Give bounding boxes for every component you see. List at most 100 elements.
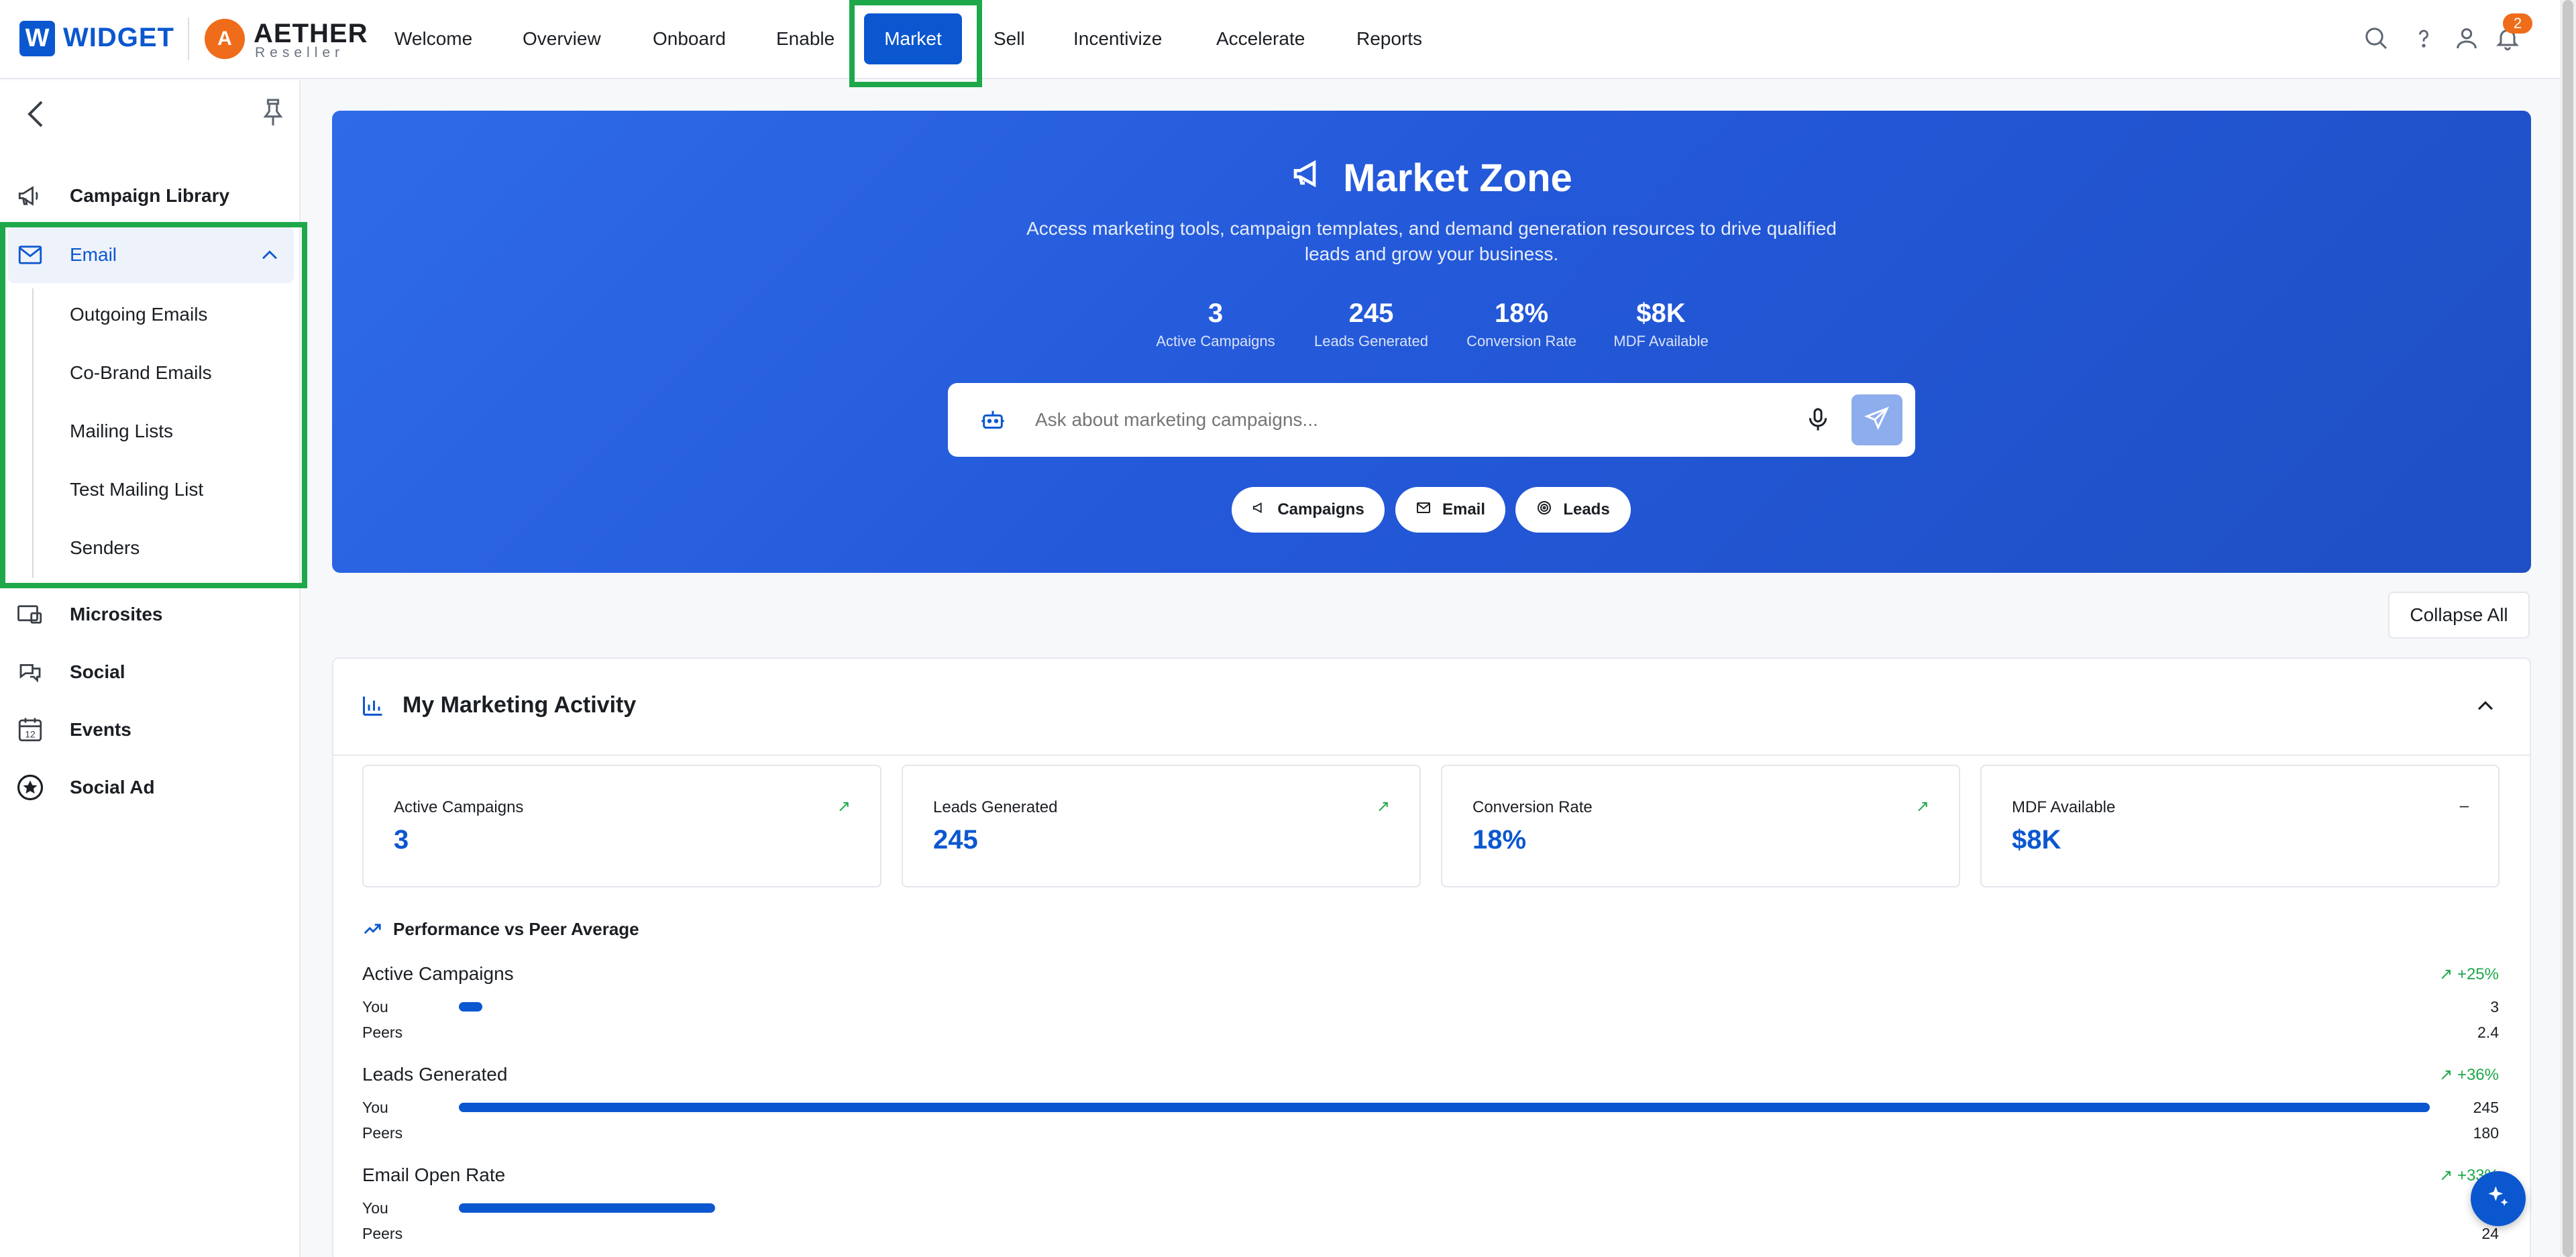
scrollbar-thumb[interactable]: [2563, 0, 2573, 1257]
megaphone-icon: [1291, 155, 1328, 202]
chip-label: Campaigns: [1277, 500, 1364, 518]
mail-icon: [1415, 500, 1432, 521]
metric-name: Email Open Rate: [362, 1164, 506, 1185]
sidebar-label: Social: [70, 661, 125, 682]
sidebar-label: Microsites: [70, 604, 163, 624]
back-chevron-icon[interactable]: [23, 97, 50, 138]
email-highlight-box: [0, 222, 307, 588]
nav-accelerate[interactable]: Accelerate: [1216, 24, 1305, 54]
sidebar-label: Campaign Library: [70, 185, 230, 206]
kpi-card-leads-generated: Leads Generated 245 ↗: [902, 765, 1421, 887]
sidebar-item-events[interactable]: 12 Events: [0, 703, 295, 757]
trend-up-icon: ↗: [1376, 798, 1390, 816]
trend-up-icon: ↗: [2439, 1066, 2457, 1084]
you-label: You: [362, 1199, 388, 1217]
pin-icon[interactable]: [260, 97, 286, 135]
hero-stat-active-campaigns: 3 Active Campaigns: [1140, 298, 1291, 350]
sidebar-item-social[interactable]: Social: [0, 645, 295, 699]
hero-description: Access marketing tools, campaign templat…: [1026, 218, 1837, 264]
metric-delta: ↗ +36%: [2439, 1065, 2499, 1085]
nav-enable[interactable]: Enable: [776, 24, 835, 54]
sidebar-item-microsites[interactable]: Microsites: [0, 588, 295, 641]
chip-email[interactable]: Email: [1395, 487, 1505, 533]
chevron-up-icon[interactable]: [2474, 695, 2497, 718]
nav-incentivize[interactable]: Incentivize: [1073, 24, 1162, 54]
sidebar-item-social-ad[interactable]: Social Ad: [0, 761, 295, 814]
kpi-label: Active Campaigns: [394, 798, 524, 816]
peers-label: Peers: [362, 1225, 403, 1242]
you-label: You: [362, 1099, 388, 1116]
peers-label: Peers: [362, 1124, 403, 1142]
search-icon[interactable]: [2361, 23, 2392, 54]
logo-divider: [188, 17, 189, 60]
stat-label: Leads Generated: [1313, 333, 1429, 349]
bar-chart-icon: [361, 694, 385, 718]
panel-title: My Marketing Activity: [402, 692, 637, 718]
user-icon[interactable]: [2451, 23, 2482, 54]
sidebar-label: Events: [70, 719, 131, 740]
chip-campaigns[interactable]: Campaigns: [1232, 487, 1385, 533]
trend-up-icon: ↗: [837, 798, 851, 816]
peers-value: 180: [2473, 1124, 2499, 1142]
collapse-all-button[interactable]: Collapse All: [2388, 592, 2530, 639]
hero-title: Market Zone: [332, 153, 2531, 202]
widget-logo-mark: W: [19, 21, 55, 56]
nav-overview[interactable]: Overview: [523, 24, 601, 54]
metric-delta-value: +36%: [2457, 1066, 2499, 1084]
you-bar-fill: [459, 1103, 2430, 1112]
send-icon: [1864, 405, 1890, 435]
kpi-label: Leads Generated: [933, 798, 1058, 816]
you-bar-fill: [459, 1203, 715, 1213]
kpi-card-active-campaigns: Active Campaigns 3 ↗: [362, 765, 881, 887]
star-badge-icon: [15, 772, 46, 803]
ai-search-input[interactable]: [1035, 403, 1773, 437]
peers-label: Peers: [362, 1024, 403, 1041]
you-value: 3: [2490, 998, 2499, 1016]
hero-stat-mdf-available: $8K MDF Available: [1597, 298, 1725, 350]
trend-up-icon: ↗: [2439, 965, 2457, 983]
stat-value: $8K: [1636, 298, 1686, 328]
hero-stat-leads-generated: 245 Leads Generated: [1301, 298, 1441, 350]
ai-assistant-button[interactable]: [2471, 1171, 2526, 1226]
kpi-value: $8K: [2012, 825, 2061, 855]
panel-divider: [333, 755, 2530, 756]
you-label: You: [362, 998, 388, 1016]
sparkle-icon: [2483, 1183, 2513, 1215]
you-bar-track: [459, 1203, 2430, 1213]
nav-sell[interactable]: Sell: [994, 24, 1025, 54]
kpi-value: 18%: [1472, 825, 1527, 855]
kpi-value: 3: [394, 825, 409, 855]
social-icon: [15, 657, 46, 688]
megaphone-icon: [1252, 500, 1267, 520]
reseller-label: Reseller: [255, 45, 345, 60]
you-bar-fill: [459, 1002, 483, 1012]
megaphone-icon: [15, 180, 46, 211]
performance-title: Performance vs Peer Average: [393, 919, 639, 939]
microphone-icon[interactable]: [1805, 404, 1831, 435]
chip-label: Email: [1442, 500, 1486, 518]
help-icon[interactable]: [2408, 23, 2439, 54]
hero-title-text: Market Zone: [1343, 156, 1572, 201]
nav-onboard[interactable]: Onboard: [653, 24, 726, 54]
trend-up-icon: ↗: [1915, 798, 1929, 816]
chip-leads[interactable]: Leads: [1515, 487, 1631, 533]
send-button[interactable]: [1851, 394, 1902, 445]
calendar-icon: 12: [15, 714, 46, 745]
stat-value: 3: [1208, 298, 1224, 328]
hero-stat-conversion-rate: 18% Conversion Rate: [1452, 298, 1591, 350]
sidebar-item-campaign-library[interactable]: Campaign Library: [0, 169, 295, 223]
kpi-label: Conversion Rate: [1472, 798, 1593, 816]
metric-name: Active Campaigns: [362, 963, 514, 984]
nav-reports[interactable]: Reports: [1356, 24, 1422, 54]
metric-name: Leads Generated: [362, 1064, 508, 1085]
kpi-card-conversion-rate: Conversion Rate 18% ↗: [1441, 765, 1960, 887]
peers-value: 24: [2481, 1225, 2499, 1242]
nav-welcome[interactable]: Welcome: [394, 24, 472, 54]
sidebar-label: Social Ad: [70, 777, 155, 798]
nav-highlight-box: [849, 0, 982, 87]
marketing-activity-panel: [332, 657, 2531, 1257]
stat-label: MDF Available: [1613, 333, 1709, 349]
stat-value: 18%: [1494, 298, 1549, 328]
trend-flat-icon: –: [2459, 797, 2469, 815]
aether-logo-icon: A: [205, 19, 245, 59]
